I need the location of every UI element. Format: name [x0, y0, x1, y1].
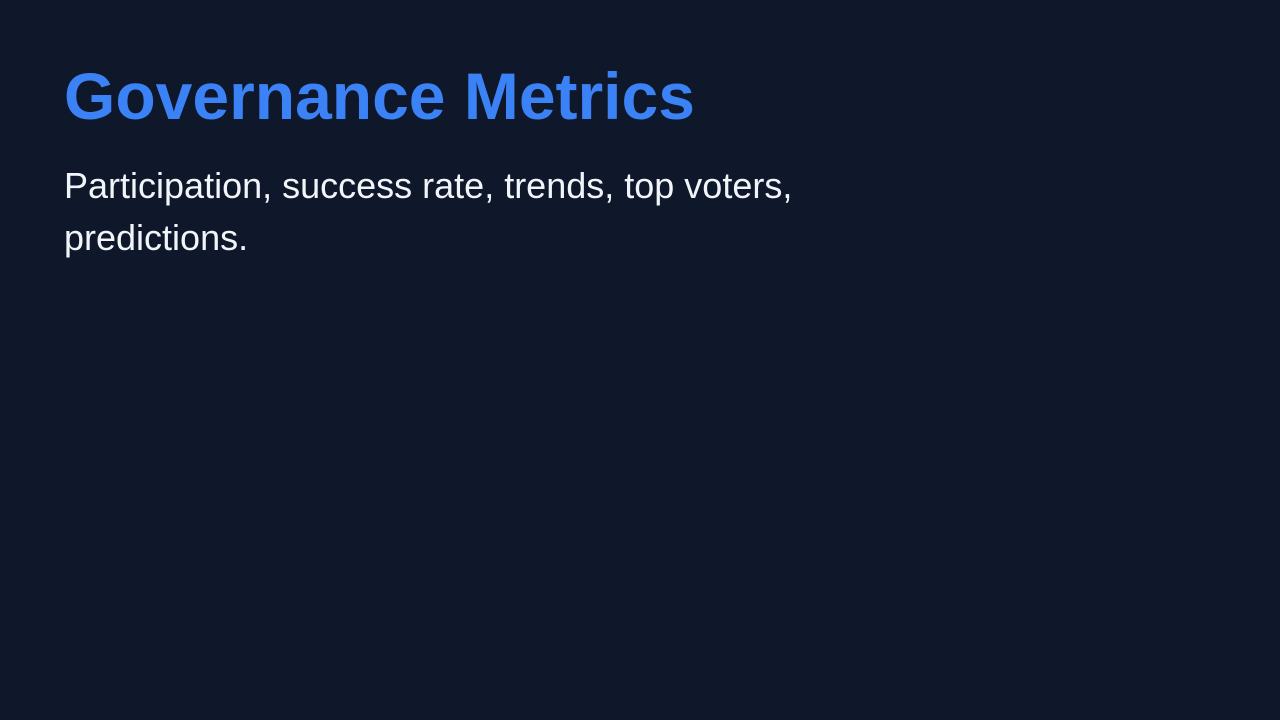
page-subtitle: Participation, success rate, trends, top…: [64, 165, 793, 258]
slide: Governance Metrics Participation, succes…: [0, 0, 1280, 720]
page-title: Governance Metrics: [64, 59, 695, 133]
